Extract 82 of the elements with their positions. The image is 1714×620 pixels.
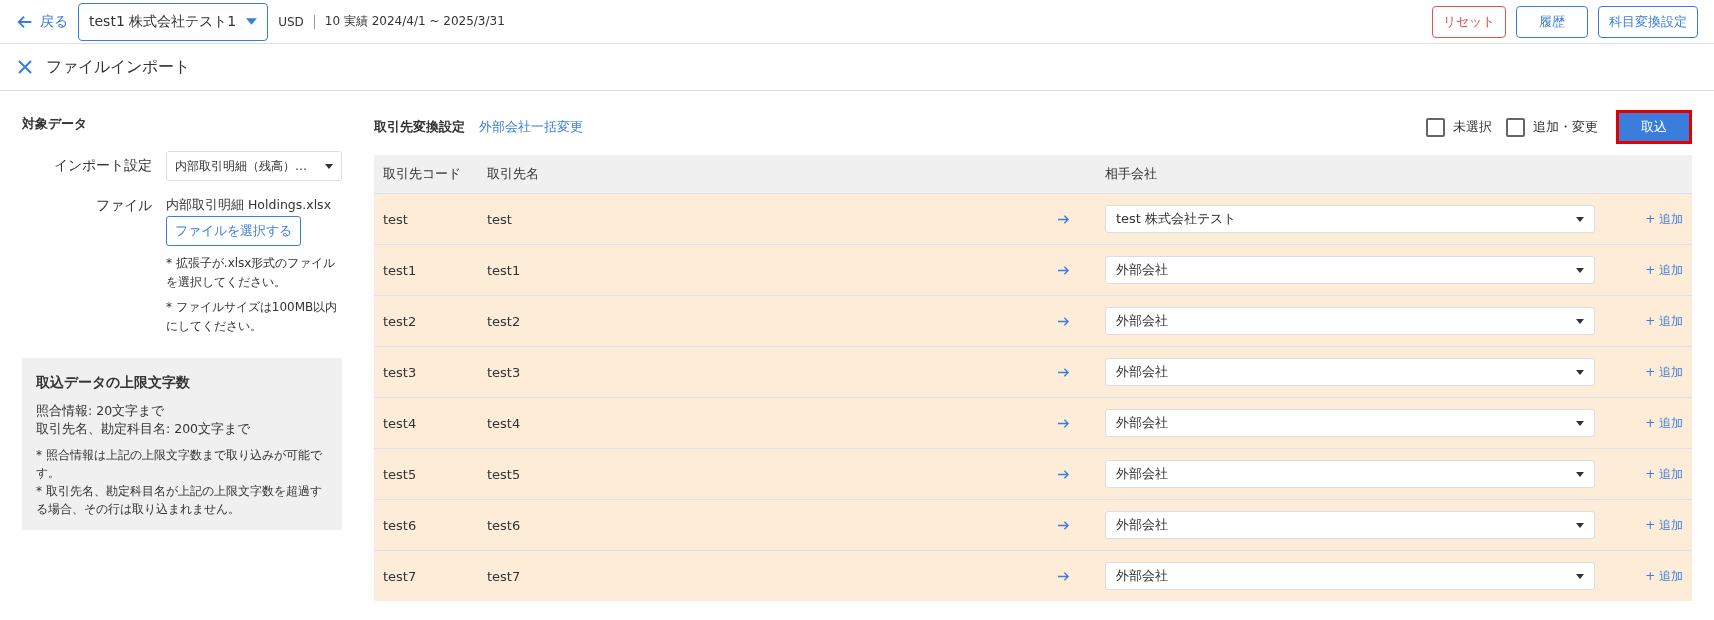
checkbox-label: 追加・変更 — [1533, 118, 1598, 136]
table-cell: test6 — [374, 499, 478, 551]
note-text: * ファイルサイズは100MB以内にしてください。 — [166, 299, 339, 335]
checkbox-label: 未選択 — [1453, 118, 1492, 136]
table-cell: test4 — [374, 397, 478, 449]
caret-icon — [1576, 267, 1584, 273]
add-link[interactable]: + 追加 — [1645, 262, 1683, 277]
table-cell: test — [478, 193, 1048, 245]
note-text: * 取引先名、勘定科目名が上記の上限文字数を超過する場合、その行は取り込まれません。 — [36, 483, 323, 518]
header-button[interactable]: 履歴 — [1516, 5, 1588, 38]
bulk-change-link[interactable]: 外部会社一括変更 — [479, 118, 583, 136]
import-setting-select[interactable]: 内部取引明細（残高）… — [166, 151, 342, 181]
checkbox[interactable] — [1426, 117, 1445, 137]
arrow-right-icon — [1057, 519, 1070, 531]
table-cell: test5 — [478, 448, 1048, 500]
caret-icon — [246, 18, 258, 25]
add-link[interactable]: + 追加 — [1645, 415, 1683, 430]
choose-file-button[interactable]: ファイルを選択する — [166, 216, 301, 246]
arrow-right-icon — [1057, 213, 1070, 225]
partner-select[interactable]: 外部会社 — [1105, 562, 1595, 590]
caret-icon — [1576, 369, 1584, 375]
add-link[interactable]: + 追加 — [1645, 517, 1683, 532]
table-cell: test3 — [478, 346, 1048, 398]
column-header: 取引先名 — [478, 155, 1048, 194]
field-label: ファイル — [95, 197, 152, 215]
limits-title: 取込データの上限文字数 — [36, 374, 191, 392]
limit-text: 照合情報: 20文字まで — [36, 402, 166, 420]
table-cell: test6 — [478, 499, 1048, 551]
add-link[interactable]: + 追加 — [1645, 211, 1683, 226]
field-label: インポート設定 — [53, 157, 152, 175]
caret-icon — [1576, 216, 1584, 222]
caret-icon — [1576, 318, 1584, 324]
limit-text: 取引先名、勘定科目名: 200文字まで — [36, 420, 252, 438]
partner-select[interactable]: test 株式会社テスト — [1105, 205, 1595, 233]
caret-icon — [1576, 471, 1584, 477]
table-cell: test7 — [478, 550, 1048, 601]
checkbox[interactable] — [1506, 117, 1525, 137]
page-title: ファイルインポート — [46, 56, 190, 78]
section-title: 取引先変換設定 — [374, 118, 465, 136]
table-cell: test2 — [478, 295, 1048, 347]
note-text: * 照合情報は上記の上限文字数まで取り込みが可能です。 — [36, 447, 323, 482]
company-select[interactable]: test1 株式会社テスト1 — [78, 2, 269, 41]
arrow-right-icon — [1057, 264, 1070, 276]
table-cell: test — [374, 193, 478, 245]
table-cell: test4 — [478, 397, 1048, 449]
partner-select[interactable]: 外部会社 — [1105, 460, 1595, 488]
partner-select[interactable]: 外部会社 — [1105, 358, 1595, 386]
table-cell: test5 — [374, 448, 478, 500]
add-link[interactable]: + 追加 — [1645, 364, 1683, 379]
close-icon[interactable] — [18, 60, 32, 74]
caret-icon — [325, 163, 333, 169]
partner-select[interactable]: 外部会社 — [1105, 511, 1595, 539]
arrow-right-icon — [1057, 366, 1070, 378]
add-link[interactable]: + 追加 — [1645, 568, 1683, 583]
partner-select[interactable]: 外部会社 — [1105, 409, 1595, 437]
header-button[interactable]: 科目変換設定 — [1598, 5, 1698, 38]
caret-icon — [1576, 573, 1584, 579]
caret-icon — [1576, 420, 1584, 426]
header-button[interactable]: リセット — [1432, 5, 1506, 38]
partner-select[interactable]: 外部会社 — [1105, 256, 1595, 284]
import-button[interactable]: 取込 — [1616, 110, 1692, 144]
arrow-right-icon — [1057, 417, 1070, 429]
table-cell: test3 — [374, 346, 478, 398]
caret-icon — [1576, 522, 1584, 528]
column-header: 相手会社 — [1096, 155, 1604, 194]
partner-select[interactable]: 外部会社 — [1105, 307, 1595, 335]
arrow-right-icon — [1057, 315, 1070, 327]
arrow-right-icon — [1057, 570, 1070, 582]
table-cell: test1 — [374, 244, 478, 296]
table-cell: test1 — [478, 244, 1048, 296]
back-link[interactable]: 戻る — [16, 12, 68, 31]
add-link[interactable]: + 追加 — [1645, 313, 1683, 328]
section-title: 対象データ — [22, 115, 88, 133]
period-label: 10 実績 2024/4/1 ~ 2025/3/31 — [324, 13, 505, 30]
add-link[interactable]: + 追加 — [1645, 466, 1683, 481]
table-cell: test7 — [374, 550, 478, 601]
currency-label: USD — [278, 14, 304, 29]
column-header: 取引先コード — [374, 155, 478, 194]
note-text: * 拡張子が.xlsx形式のファイルを選択してください。 — [166, 255, 337, 291]
table-cell: test2 — [374, 295, 478, 347]
arrow-right-icon — [1057, 468, 1070, 480]
file-name: 内部取引明細 Holdings.xlsx — [166, 197, 332, 214]
